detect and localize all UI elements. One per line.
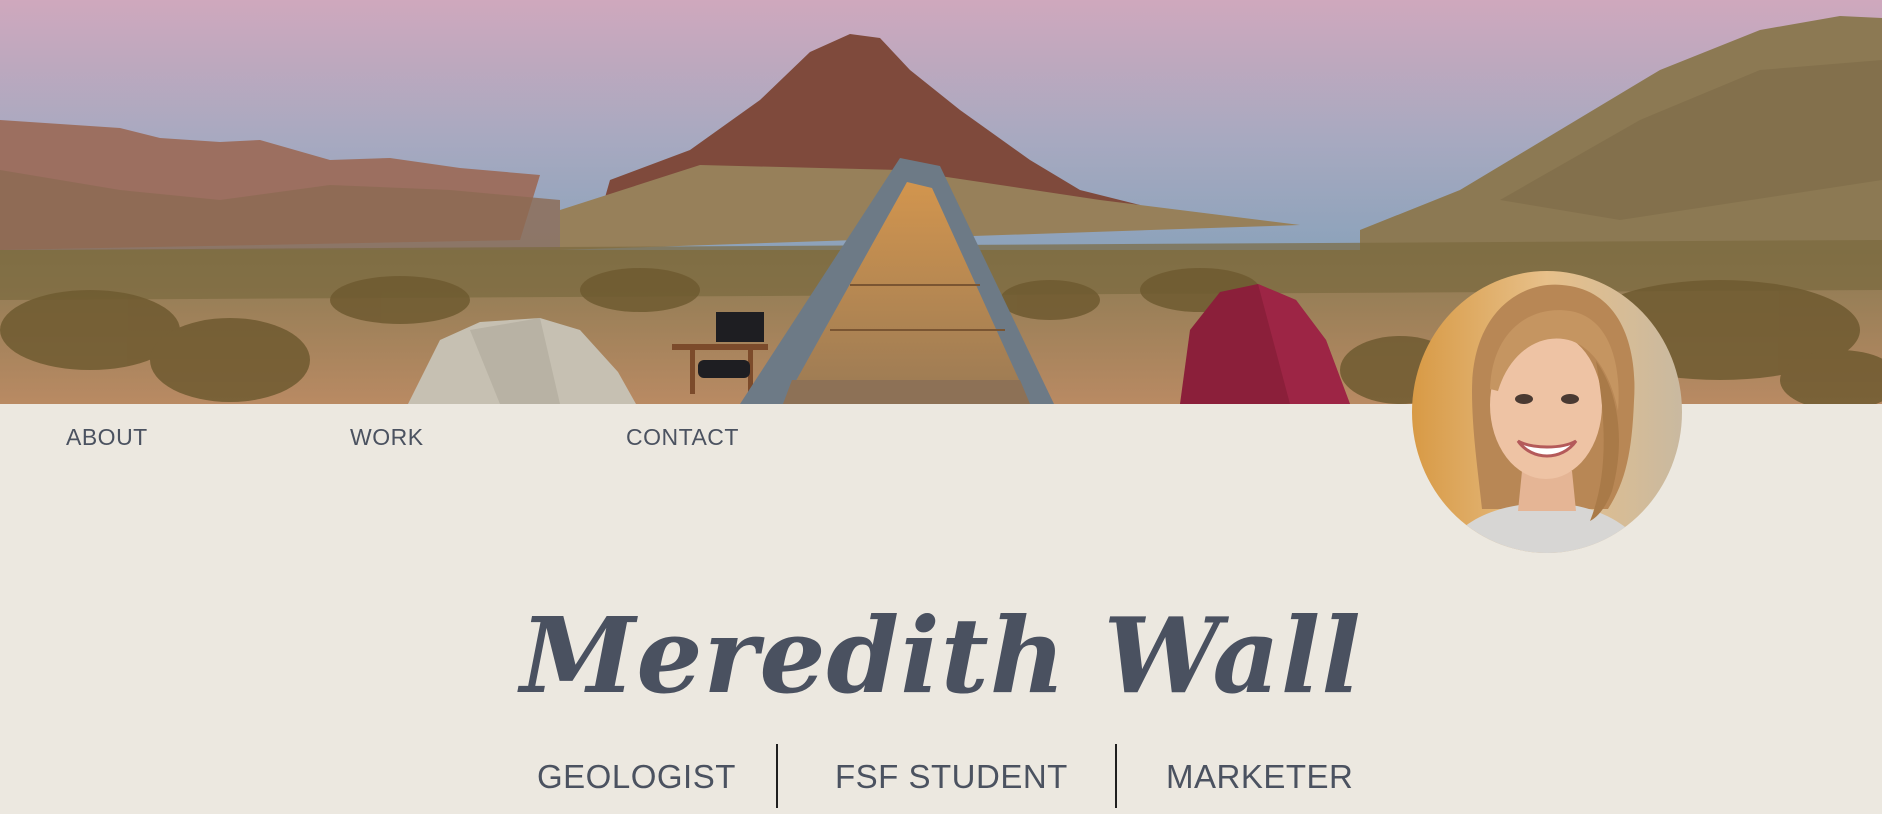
nav-item-work[interactable]: WORK xyxy=(350,424,424,451)
divider xyxy=(776,744,778,808)
role-geologist: GEOLOGIST xyxy=(537,758,736,795)
avatar xyxy=(1412,271,1682,553)
main-nav: ABOUT WORK CONTACT xyxy=(0,424,1000,454)
nav-item-contact[interactable]: CONTACT xyxy=(626,424,739,451)
page: ABOUT WORK CONTACT Meredith Wall GEOLOGI… xyxy=(0,0,1882,814)
divider xyxy=(1115,744,1117,808)
nav-item-about[interactable]: ABOUT xyxy=(66,424,148,451)
role-marketer: MARKETER xyxy=(1166,758,1354,795)
roles-bar: GEOLOGIST FSF STUDENT MARKETER xyxy=(0,744,1882,814)
page-title: Meredith Wall xyxy=(520,594,1362,717)
role-fsf-student: FSF STUDENT xyxy=(835,758,1068,795)
